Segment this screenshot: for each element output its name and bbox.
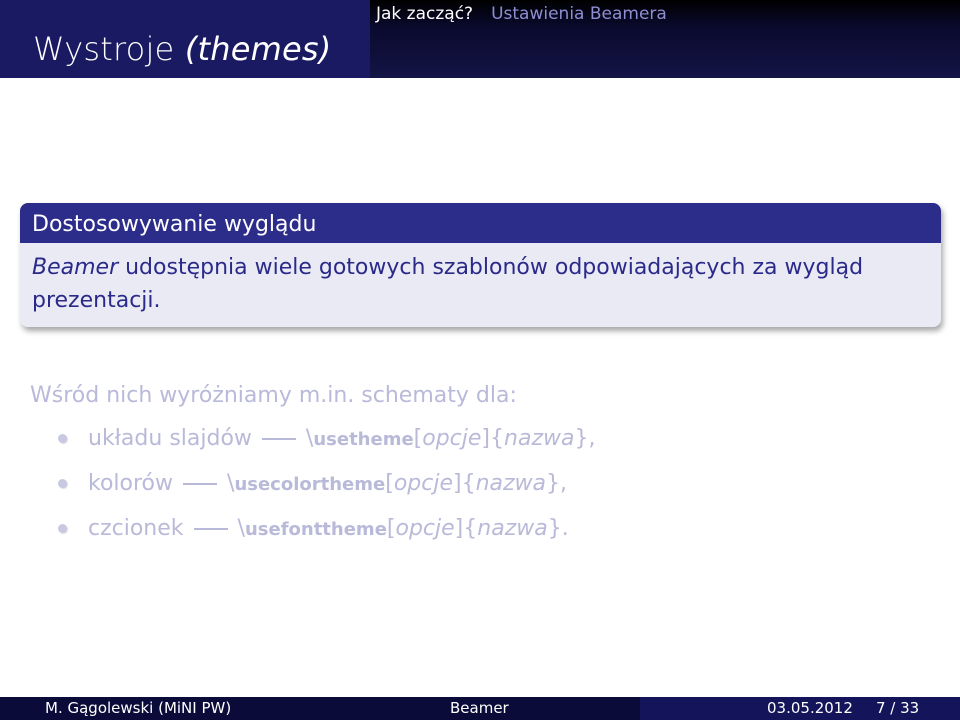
list-item-label: kolorów — [88, 471, 174, 496]
bullet-icon — [58, 434, 67, 443]
arg-open: { — [490, 426, 505, 451]
cmd-name: usecolortheme — [234, 474, 386, 495]
slide-title-main: Wystroje — [33, 30, 185, 68]
dash-icon — [183, 483, 218, 485]
nav-item-ustawienia-beamera[interactable]: Ustawienia Beamera — [491, 4, 667, 24]
arg-close: }, — [546, 471, 568, 496]
section-title-panel: Wystroje (themes) — [0, 0, 370, 78]
opt-open: [ — [413, 426, 423, 451]
intro-text: Wśród nich wyróżniamy m.in. schematy dla… — [30, 383, 517, 408]
arg-close: }. — [547, 516, 569, 541]
opt-name: opcje — [422, 426, 482, 451]
footer-author-panel: M. Gągolewski (MiNI PW) — [0, 697, 320, 720]
header-bar: Wystroje (themes) Jak zacząć? Ustawienia… — [0, 0, 960, 78]
footer-title: Beamer — [450, 699, 509, 717]
info-block: Dostosowywanie wyglądu Beamer udostępnia… — [20, 203, 941, 327]
footer-date-panel: 03.05.2012 7 / 33 — [640, 697, 960, 720]
arg-name: nazwa — [477, 516, 548, 541]
opt-close: ] — [454, 516, 464, 541]
arg-name: nazwa — [504, 426, 575, 451]
list-item-label: układu slajdów — [88, 426, 252, 451]
list-item: układu slajdów \usetheme[opcje]{nazwa}, — [30, 416, 930, 461]
cmd-name: usefonttheme — [244, 519, 387, 540]
block-body: Beamer udostępnia wiele gotowych szablon… — [20, 243, 941, 327]
list-item: czcionek \usefonttheme[opcje]{nazwa}. — [30, 506, 930, 551]
list-item: kolorów \usecolortheme[opcje]{nazwa}, — [30, 461, 930, 506]
slide-content: Wśród nich wyróżniamy m.in. schematy dla… — [30, 376, 930, 551]
bullet-icon — [58, 524, 67, 533]
arg-open: { — [461, 471, 476, 496]
footer-date: 03.05.2012 — [767, 699, 853, 717]
footer-page-number: 7 / 33 — [876, 699, 920, 717]
bullet-icon — [58, 479, 67, 488]
opt-open: [ — [385, 471, 394, 496]
arg-open: { — [463, 516, 478, 541]
dash-icon — [193, 528, 228, 530]
cmd-prefix: \ — [237, 516, 245, 541]
dash-icon — [261, 438, 296, 440]
navigation-panel: Jak zacząć? Ustawienia Beamera — [370, 0, 960, 78]
cmd-name: usetheme — [313, 429, 414, 450]
footer-bar: M. Gągolewski (MiNI PW) Beamer 03.05.201… — [0, 697, 960, 720]
footer-title-panel: Beamer — [320, 697, 640, 720]
opt-name: opcje — [393, 471, 453, 496]
block-body-text: udostępnia wiele gotowych szablonów odpo… — [32, 255, 864, 313]
block-title: Dostosowywanie wyglądu — [20, 203, 941, 243]
slide-title-italic: (themes) — [184, 30, 332, 68]
slide-title: Wystroje (themes) — [33, 30, 331, 68]
opt-close: ] — [481, 426, 491, 451]
section-navigation: Jak zacząć? Ustawienia Beamera — [376, 4, 667, 24]
opt-close: ] — [452, 471, 462, 496]
block-body-emphasis: Beamer — [32, 255, 119, 280]
opt-open: [ — [386, 516, 396, 541]
arg-close: }, — [574, 426, 596, 451]
nav-item-jak-zaczac[interactable]: Jak zacząć? — [376, 4, 473, 24]
opt-name: opcje — [395, 516, 455, 541]
list-item-label: czcionek — [88, 516, 184, 541]
arg-name: nazwa — [475, 471, 547, 496]
footer-author: M. Gągolewski (MiNI PW) — [45, 699, 232, 717]
